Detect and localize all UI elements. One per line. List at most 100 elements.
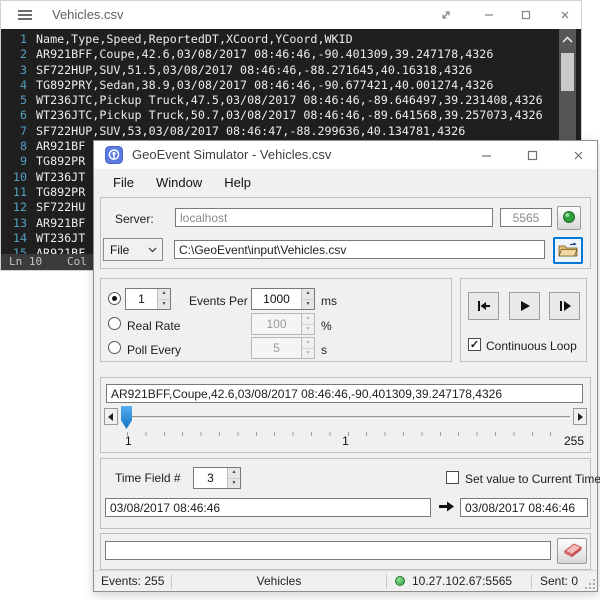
minimize-icon[interactable] bbox=[473, 144, 499, 166]
connected-green-dot-icon bbox=[395, 576, 405, 586]
spin-down-icon[interactable]: ▼ bbox=[302, 300, 314, 310]
simulator-statusbar: Events: 255 Vehicles 10.27.102.67:5565 S… bbox=[94, 570, 597, 591]
maximize-icon[interactable] bbox=[515, 5, 537, 25]
eraser-icon bbox=[561, 542, 583, 560]
events-count: Events: 255 bbox=[94, 571, 171, 591]
real-rate-spinner[interactable]: 100 ▲▼ bbox=[251, 313, 315, 335]
slider-max-label: 255 bbox=[564, 434, 584, 448]
code-line: 3SF722HUP,SUV,51.5,03/08/2017 08:46:46,-… bbox=[1, 63, 559, 78]
expand-diagonal-icon[interactable] bbox=[435, 5, 457, 25]
slider-value-label: 1 bbox=[342, 434, 349, 448]
connect-green-ball-icon bbox=[562, 210, 576, 227]
skip-to-start-icon bbox=[476, 300, 492, 312]
server-group: Server: File bbox=[100, 197, 591, 269]
code-line: 1Name,Type,Speed,ReportedDT,XCoord,YCoor… bbox=[1, 32, 559, 47]
line-indicator: Ln 10 bbox=[9, 255, 42, 268]
seconds-unit-label: s bbox=[321, 343, 327, 357]
browse-button[interactable] bbox=[553, 237, 583, 264]
menu-window[interactable]: Window bbox=[145, 171, 213, 194]
menu-file[interactable]: File bbox=[102, 171, 145, 194]
continuous-loop-label: Continuous Loop bbox=[486, 339, 577, 353]
simulator-titlebar[interactable]: GeoEvent Simulator - Vehicles.csv bbox=[94, 141, 597, 169]
slider-left-button[interactable] bbox=[104, 408, 118, 425]
events-per-label: Events Per bbox=[189, 294, 248, 308]
events-count-spinner[interactable]: 1 ▲▼ bbox=[125, 288, 171, 310]
code-line: 5WT236JTC,Pickup Truck,47.5,03/08/2017 0… bbox=[1, 93, 559, 108]
progress-field[interactable] bbox=[105, 541, 551, 560]
code-line: 2AR921BFF,Coupe,42.6,03/08/2017 08:46:46… bbox=[1, 47, 559, 62]
source-type-dropdown[interactable]: File bbox=[103, 238, 163, 261]
triangle-right-icon bbox=[577, 413, 583, 421]
scrollbar-thumb[interactable] bbox=[561, 53, 574, 91]
chevron-down-icon bbox=[148, 247, 157, 253]
spin-up-icon[interactable]: ▲ bbox=[158, 289, 170, 300]
menu-bar: File Window Help bbox=[94, 169, 597, 196]
progress-group bbox=[100, 533, 591, 570]
close-icon[interactable] bbox=[554, 5, 576, 25]
real-rate-label: Real Rate bbox=[127, 319, 180, 333]
minimize-icon[interactable] bbox=[478, 5, 500, 25]
map-to-arrow-icon bbox=[438, 500, 455, 516]
code-line: 6WT236JTC,Pickup Truck,50.7,03/08/2017 0… bbox=[1, 108, 559, 123]
play-icon bbox=[518, 300, 532, 312]
rate-group: 1 ▲▼ Events Per 1000 ▲▼ ms Real Rate 100… bbox=[100, 278, 452, 362]
time-field-label: Time Field # bbox=[115, 471, 181, 485]
server-label: Server: bbox=[115, 212, 154, 226]
geoevent-simulator-window: GeoEvent Simulator - Vehicles.csv File W… bbox=[93, 140, 598, 592]
hamburger-icon[interactable] bbox=[18, 14, 32, 16]
code-line: 4TG892PRY,Sedan,38.9,03/08/2017 08:46:46… bbox=[1, 78, 559, 93]
event-group: 1 1 255 bbox=[100, 377, 591, 453]
geoevent-broadcast-icon bbox=[105, 146, 123, 164]
sent-count: Sent: 0 bbox=[532, 571, 578, 591]
simulator-title: GeoEvent Simulator - Vehicles.csv bbox=[132, 141, 331, 169]
spin-up-icon[interactable]: ▲ bbox=[302, 289, 314, 300]
spin-down-icon[interactable]: ▼ bbox=[158, 300, 170, 310]
skip-to-start-button[interactable] bbox=[468, 292, 499, 320]
resize-grip[interactable] bbox=[586, 580, 595, 589]
set-current-time-checkbox[interactable] bbox=[446, 471, 459, 484]
clear-button[interactable] bbox=[557, 538, 587, 564]
slider-min-label: 1 bbox=[125, 434, 132, 448]
slider-thumb[interactable] bbox=[121, 406, 132, 429]
server-host-field[interactable] bbox=[175, 208, 493, 227]
time-from-field[interactable] bbox=[105, 498, 431, 517]
menu-help[interactable]: Help bbox=[213, 171, 262, 194]
current-event-field[interactable] bbox=[106, 384, 583, 403]
events-per-radio[interactable] bbox=[108, 292, 121, 305]
scroll-up-chevron-icon[interactable] bbox=[559, 35, 576, 49]
desktop: Vehicles.csv 1Name,Type,Speed,ReportedDT… bbox=[0, 0, 600, 600]
continuous-loop-checkbox[interactable]: ✓ bbox=[468, 338, 481, 351]
csv-viewer-title: Vehicles.csv bbox=[52, 1, 124, 29]
time-to-field[interactable] bbox=[460, 498, 588, 517]
connection-status: 10.27.102.67:5565 bbox=[387, 571, 531, 591]
step-forward-button[interactable] bbox=[549, 292, 580, 320]
triangle-left-icon bbox=[108, 413, 114, 421]
ms-unit-label: ms bbox=[321, 294, 337, 308]
column-indicator: Col bbox=[67, 255, 87, 268]
csv-viewer-titlebar[interactable]: Vehicles.csv bbox=[1, 1, 581, 29]
maximize-icon[interactable] bbox=[519, 144, 545, 166]
real-rate-radio[interactable] bbox=[108, 317, 121, 330]
code-line: 7SF722HUP,SUV,53,03/08/2017 08:46:47,-88… bbox=[1, 124, 559, 139]
interval-spinner[interactable]: 1000 ▲▼ bbox=[251, 288, 315, 310]
poll-every-radio[interactable] bbox=[108, 341, 121, 354]
set-current-time-label: Set value to Current Time bbox=[465, 472, 600, 486]
slider-right-button[interactable] bbox=[573, 408, 587, 425]
percent-unit-label: % bbox=[321, 319, 332, 333]
server-address: 10.27.102.67:5565 bbox=[412, 574, 512, 588]
server-port-field[interactable] bbox=[500, 208, 552, 227]
close-icon[interactable] bbox=[565, 144, 591, 166]
playback-group: ✓ Continuous Loop bbox=[460, 278, 587, 362]
file-path-field[interactable] bbox=[174, 240, 545, 259]
poll-every-label: Poll Every bbox=[127, 343, 181, 357]
open-folder-icon bbox=[558, 242, 578, 260]
source-type-value: File bbox=[104, 243, 148, 257]
time-group: Time Field # 3 ▲▼ Set value to Current T… bbox=[100, 458, 591, 529]
play-button[interactable] bbox=[509, 292, 540, 320]
time-field-spinner[interactable]: 3 ▲▼ bbox=[193, 467, 241, 489]
feed-name: Vehicles bbox=[172, 571, 386, 591]
connect-button[interactable] bbox=[557, 206, 581, 230]
poll-spinner[interactable]: 5 ▲▼ bbox=[251, 337, 315, 359]
slider-track[interactable] bbox=[121, 416, 570, 419]
step-forward-icon bbox=[557, 300, 572, 312]
